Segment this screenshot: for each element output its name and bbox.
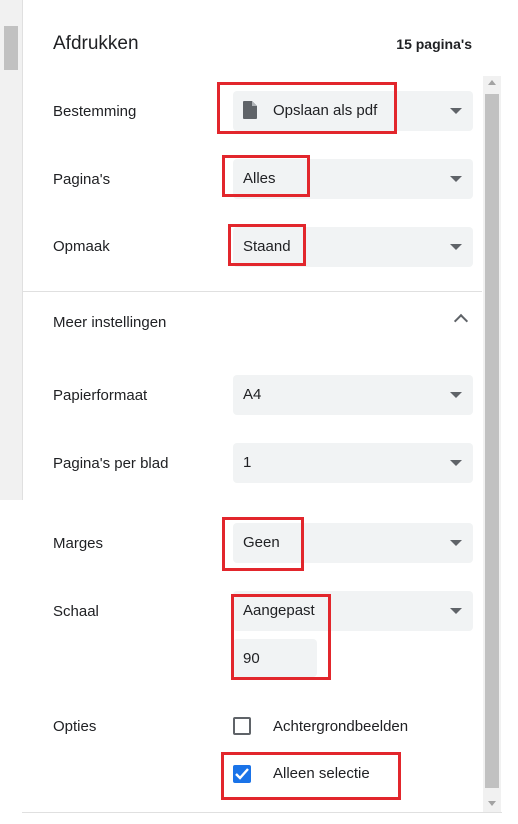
pages-per-sheet-select[interactable]: 1	[233, 443, 473, 483]
background-graphics-label[interactable]: Achtergrondbeelden	[273, 718, 408, 735]
paper-size-value: A4	[243, 386, 262, 403]
destination-label: Bestemming	[53, 103, 137, 120]
chevron-down-icon	[450, 460, 462, 466]
annotation-box-pages	[222, 155, 310, 197]
annotation-box-margins	[222, 517, 304, 571]
chevron-down-icon	[450, 244, 462, 250]
pages-label: Pagina's	[53, 171, 111, 188]
settings-scrollbar-thumb[interactable]	[485, 94, 499, 788]
section-divider	[22, 291, 482, 292]
chevron-down-icon	[450, 392, 462, 398]
paper-size-label: Papierformaat	[53, 387, 148, 404]
scroll-down-arrow-icon[interactable]	[488, 801, 496, 806]
dialog-title: Afdrukken	[53, 33, 139, 54]
chevron-down-icon	[450, 108, 462, 114]
options-label: Opties	[53, 718, 97, 735]
chevron-down-icon	[450, 540, 462, 546]
more-settings-label: Meer instellingen	[53, 314, 167, 331]
background-graphics-checkbox[interactable]	[233, 717, 251, 735]
annotation-box-layout	[228, 224, 306, 266]
chevron-up-icon	[453, 313, 469, 329]
annotation-box-destination	[217, 82, 397, 134]
background-page-scrollbar-thumb[interactable]	[4, 26, 18, 70]
more-settings-toggle[interactable]: Meer instellingen	[22, 300, 482, 344]
dialog-bottom-border	[22, 812, 502, 813]
layout-label: Opmaak	[53, 238, 110, 255]
pages-per-sheet-label: Pagina's per blad	[53, 455, 169, 472]
background-page-scrollbar[interactable]	[0, 0, 23, 500]
chevron-down-icon	[450, 608, 462, 614]
scroll-up-arrow-icon[interactable]	[488, 80, 496, 85]
page-count: 15 pagina's	[396, 36, 472, 52]
paper-size-select[interactable]: A4	[233, 375, 473, 415]
chevron-down-icon	[450, 176, 462, 182]
pages-per-sheet-value: 1	[243, 454, 252, 471]
scale-label: Schaal	[53, 603, 99, 620]
annotation-box-scale	[231, 594, 331, 680]
annotation-box-selection-only	[221, 752, 401, 800]
margins-label: Marges	[53, 535, 104, 552]
